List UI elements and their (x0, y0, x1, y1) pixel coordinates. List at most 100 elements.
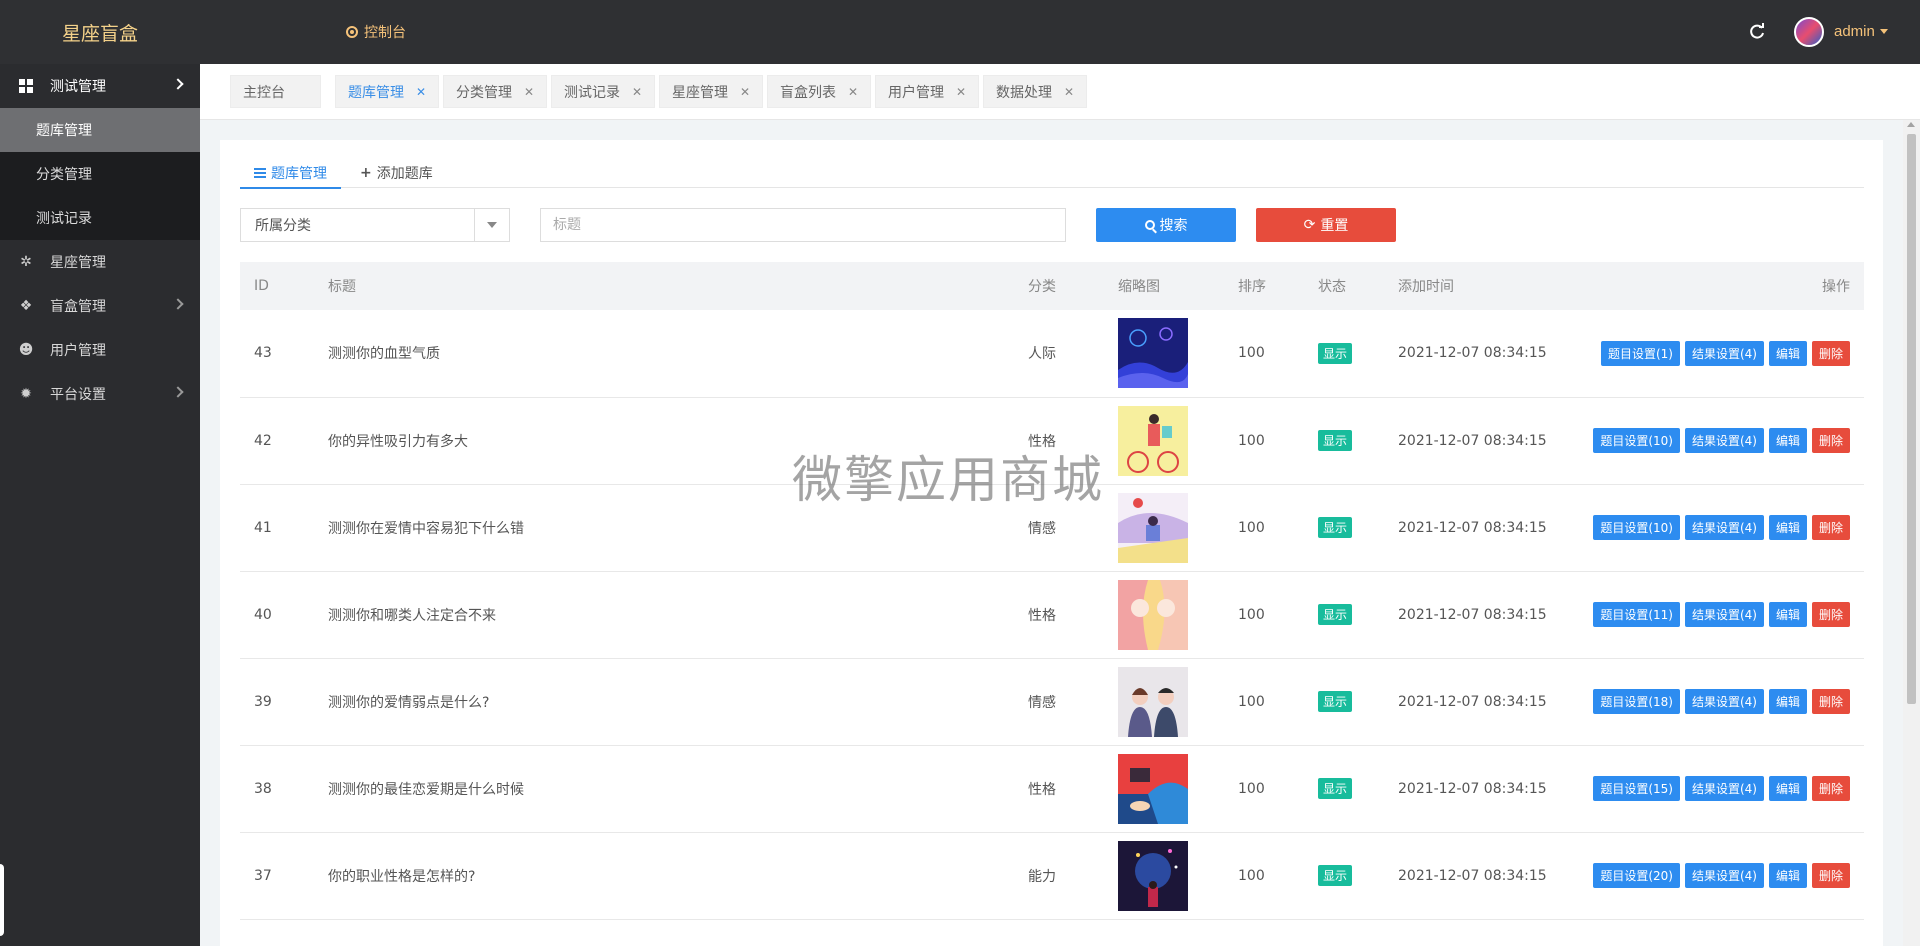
sidebar-subitem-test-records[interactable]: 测试记录 (0, 196, 200, 240)
console-link[interactable]: 控制台 (346, 22, 406, 42)
edit-button[interactable]: 编辑 (1768, 428, 1807, 453)
close-icon[interactable]: ✕ (848, 85, 858, 99)
close-icon[interactable]: ✕ (416, 85, 426, 99)
tab-label: 测试记录 (564, 84, 620, 101)
cell-actions: 题目设置(10) 结果设置(4) 编辑 删除 (1554, 484, 1864, 572)
tab-test-records[interactable]: 测试记录 ✕ (551, 75, 656, 108)
close-icon[interactable]: ✕ (956, 85, 966, 99)
title-input[interactable] (540, 208, 1066, 242)
sidebar-item-settings[interactable]: ✹ 平台设置 (0, 372, 200, 416)
tab-question-list[interactable]: 题库管理 (240, 158, 341, 189)
thumbnail-image[interactable] (1118, 579, 1188, 650)
tab-label: 用户管理 (888, 84, 944, 101)
reset-button[interactable]: ⟳ 重置 (1256, 208, 1396, 242)
cell-status: 显示 (1304, 832, 1384, 920)
table-row: 37 你的职业性格是怎样的? 能力 100 显示 2021-12-07 08:3… (240, 832, 1864, 920)
chevron-down-icon (1879, 29, 1888, 34)
plus-icon: + (360, 165, 372, 181)
sidebar-subitem-question-bank[interactable]: 题库管理 (0, 108, 200, 152)
dashboard-icon (346, 26, 358, 38)
search-icon (1144, 220, 1155, 230)
delete-button[interactable]: 删除 (1811, 863, 1850, 888)
question-settings-button[interactable]: 题目设置(20) (1593, 863, 1680, 888)
question-table: ID 标题 分类 缩略图 排序 状态 添加时间 操作 43 测测你的血型气质 人… (240, 262, 1864, 920)
col-header[interactable]: 添加时间 (1384, 262, 1554, 310)
result-settings-button[interactable]: 结果设置(4) (1684, 776, 1764, 801)
delete-button[interactable]: 删除 (1811, 602, 1850, 627)
tab-data[interactable]: 数据处理 ✕ (983, 75, 1088, 108)
grid-icon (18, 78, 34, 94)
col-header[interactable]: 排序 (1224, 262, 1304, 310)
result-settings-button[interactable]: 结果设置(4) (1684, 428, 1764, 453)
cell-sort: 100 (1224, 397, 1304, 485)
delete-button[interactable]: 删除 (1811, 776, 1850, 801)
delete-button[interactable]: 删除 (1811, 428, 1850, 453)
tab-constellation[interactable]: 星座管理 ✕ (659, 75, 764, 108)
scrollbar[interactable] (1903, 120, 1920, 946)
question-settings-button[interactable]: 题目设置(18) (1593, 689, 1680, 714)
tab-dashboard[interactable]: 主控台 (230, 75, 321, 108)
col-header[interactable]: 标题 (314, 262, 1014, 310)
delete-button[interactable]: 删除 (1811, 515, 1850, 540)
category-select[interactable]: 所属分类 (240, 208, 510, 242)
result-settings-button[interactable]: 结果设置(4) (1684, 515, 1764, 540)
cell-id: 38 (240, 745, 314, 833)
status-badge: 显示 (1318, 865, 1353, 886)
close-icon[interactable]: ✕ (524, 85, 534, 99)
tab-users[interactable]: 用户管理 ✕ (875, 75, 980, 108)
thumbnail-image[interactable] (1118, 753, 1188, 824)
edit-button[interactable]: 编辑 (1768, 602, 1807, 627)
user-menu[interactable]: admin (1834, 23, 1888, 40)
col-header[interactable]: 状态 (1304, 262, 1384, 310)
cell-actions: 题目设置(1) 结果设置(4) 编辑 删除 (1554, 310, 1864, 398)
question-settings-button[interactable]: 题目设置(15) (1593, 776, 1680, 801)
tab-categories[interactable]: 分类管理 ✕ (443, 75, 548, 108)
cell-title: 测测你和哪类人注定合不来 (314, 571, 1014, 659)
thumbnail-image[interactable] (1118, 840, 1188, 911)
edit-button[interactable]: 编辑 (1768, 515, 1807, 540)
thumbnail-image[interactable] (1118, 492, 1188, 563)
sidebar-subitem-categories[interactable]: 分类管理 (0, 152, 200, 196)
question-settings-button[interactable]: 题目设置(10) (1593, 515, 1680, 540)
cell-category: 能力 (1014, 832, 1104, 920)
brand-logo[interactable]: 星座盲盒 (0, 0, 200, 64)
question-settings-button[interactable]: 题目设置(1) (1600, 340, 1680, 366)
scrollbar-thumb[interactable] (1907, 134, 1916, 704)
sidebar-item-users[interactable]: ☻ 用户管理 (0, 328, 200, 372)
cell-time: 2021-12-07 08:34:15 (1384, 745, 1554, 833)
edit-button[interactable]: 编辑 (1768, 863, 1807, 888)
close-icon[interactable]: ✕ (740, 85, 750, 99)
delete-button[interactable]: 删除 (1811, 689, 1850, 714)
col-header[interactable]: 分类 (1014, 262, 1104, 310)
result-settings-button[interactable]: 结果设置(4) (1684, 602, 1764, 627)
search-button[interactable]: 搜索 (1096, 208, 1236, 242)
cell-time: 2021-12-07 08:34:15 (1384, 832, 1554, 920)
edit-button[interactable]: 编辑 (1768, 340, 1807, 366)
result-settings-button[interactable]: 结果设置(4) (1684, 689, 1764, 714)
thumbnail-image[interactable] (1118, 666, 1188, 737)
delete-button[interactable]: 删除 (1811, 340, 1850, 366)
question-settings-button[interactable]: 题目设置(10) (1593, 428, 1680, 453)
thumbnail-image[interactable] (1118, 318, 1188, 389)
close-icon[interactable]: ✕ (632, 85, 642, 99)
tab-add-question[interactable]: + 添加题库 (360, 158, 433, 188)
result-settings-button[interactable]: 结果设置(4) (1684, 340, 1764, 366)
question-settings-button[interactable]: 题目设置(11) (1593, 602, 1680, 627)
cell-sort: 100 (1224, 310, 1304, 398)
sidebar-item-blindbox[interactable]: ❖ 盲盒管理 (0, 284, 200, 328)
thumbnail-image[interactable] (1118, 405, 1188, 476)
sidebar-item-test-management[interactable]: 测试管理 (0, 64, 200, 108)
sidebar-item-constellation[interactable]: ✲ 星座管理 (0, 240, 200, 284)
close-icon[interactable]: ✕ (1064, 85, 1074, 99)
refresh-icon[interactable] (1748, 23, 1766, 41)
edit-button[interactable]: 编辑 (1768, 689, 1807, 714)
scroll-up-icon[interactable] (1907, 122, 1915, 127)
tab-question-bank[interactable]: 题库管理 ✕ (335, 75, 440, 108)
result-settings-button[interactable]: 结果设置(4) (1684, 863, 1764, 888)
cell-status: 显示 (1304, 658, 1384, 746)
edit-button[interactable]: 编辑 (1768, 776, 1807, 801)
tab-blindbox-list[interactable]: 盲盒列表 ✕ (767, 75, 872, 108)
avatar[interactable] (1794, 17, 1824, 47)
cell-category: 人际 (1014, 310, 1104, 398)
col-header[interactable]: ID (240, 262, 314, 310)
